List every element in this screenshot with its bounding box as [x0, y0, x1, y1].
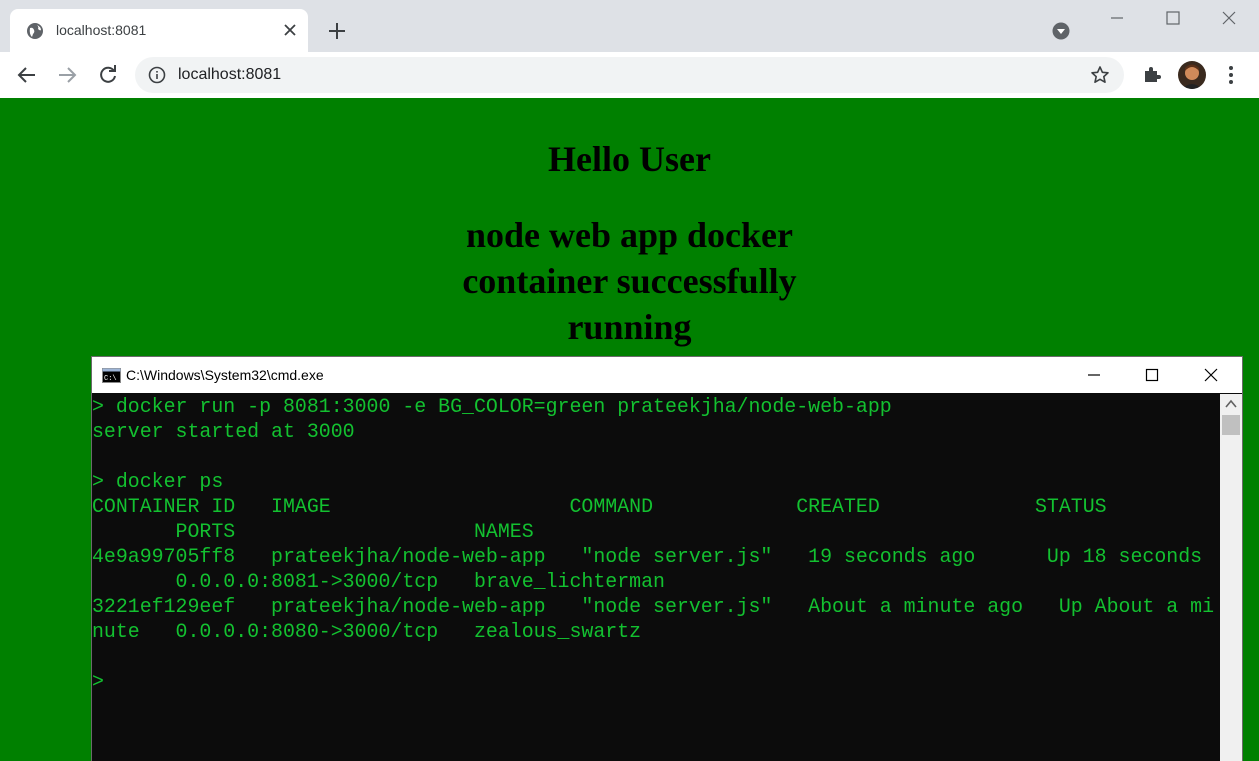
- browser-toolbar: localhost:8081: [0, 52, 1259, 99]
- browser-tabstrip: localhost:8081: [0, 0, 1259, 52]
- tab-search-icon[interactable]: [1051, 21, 1071, 41]
- terminal-line: >: [92, 670, 104, 693]
- profile-photo-icon: [1178, 61, 1206, 89]
- window-close-icon[interactable]: [1215, 8, 1243, 28]
- star-icon[interactable]: [1090, 65, 1110, 85]
- reload-icon[interactable]: [96, 63, 120, 87]
- cmd-output[interactable]: > docker run -p 8081:3000 -e BG_COLOR=gr…: [92, 394, 1220, 761]
- terminal-line: 0.0.0.0:8081->3000/tcp brave_lichterman: [92, 570, 665, 593]
- terminal-line: PORTS NAMES: [92, 520, 534, 543]
- cmd-titlebar[interactable]: C:\ C:\Windows\System32\cmd.exe: [92, 357, 1242, 393]
- plus-icon[interactable]: [326, 20, 348, 42]
- page-subheading: node web app docker container successful…: [462, 215, 797, 347]
- terminal-line: server started at 3000: [92, 420, 355, 443]
- terminal-icon: C:\: [102, 368, 121, 383]
- globe-icon: [27, 23, 43, 39]
- scroll-up-arrow-icon[interactable]: [1225, 399, 1237, 409]
- minimize-icon[interactable]: [1103, 8, 1131, 28]
- terminal-line: 3221ef129eef prateekjha/node-web-app "no…: [92, 595, 1215, 618]
- svg-text:C:\: C:\: [104, 375, 117, 383]
- forward-arrow-icon[interactable]: [55, 63, 79, 87]
- back-arrow-icon[interactable]: [15, 63, 39, 87]
- minimize-icon[interactable]: [1082, 366, 1106, 384]
- cmd-window[interactable]: C:\ C:\Windows\System32\cmd.exe > docker…: [91, 356, 1243, 761]
- page-heading: Hello User: [548, 139, 711, 179]
- scroll-thumb[interactable]: [1222, 415, 1240, 435]
- terminal-line: 4e9a99705ff8 prateekjha/node-web-app "no…: [92, 545, 1203, 568]
- kebab-menu-icon[interactable]: [1221, 63, 1241, 87]
- maximize-icon[interactable]: [1159, 8, 1187, 28]
- window-close-icon[interactable]: [1199, 366, 1223, 384]
- terminal-line: CONTAINER ID IMAGE COMMAND CREATED STATU…: [92, 495, 1107, 518]
- tab-title: localhost:8081: [56, 22, 147, 38]
- scrollbar[interactable]: [1220, 394, 1242, 761]
- address-bar[interactable]: localhost:8081: [135, 57, 1124, 93]
- maximize-icon[interactable]: [1140, 366, 1164, 384]
- terminal-line: nute 0.0.0.0:8080->3000/tcp zealous_swar…: [92, 620, 642, 643]
- terminal-line: > docker ps: [92, 470, 224, 493]
- info-icon[interactable]: [148, 66, 166, 84]
- puzzle-icon[interactable]: [1141, 63, 1163, 85]
- cmd-title: C:\Windows\System32\cmd.exe: [126, 367, 324, 383]
- url-text[interactable]: localhost:8081: [178, 66, 281, 84]
- avatar[interactable]: [1178, 61, 1206, 89]
- terminal-line: > docker run -p 8081:3000 -e BG_COLOR=gr…: [92, 395, 892, 418]
- close-icon[interactable]: [281, 21, 299, 39]
- browser-tab[interactable]: localhost:8081: [10, 9, 308, 52]
